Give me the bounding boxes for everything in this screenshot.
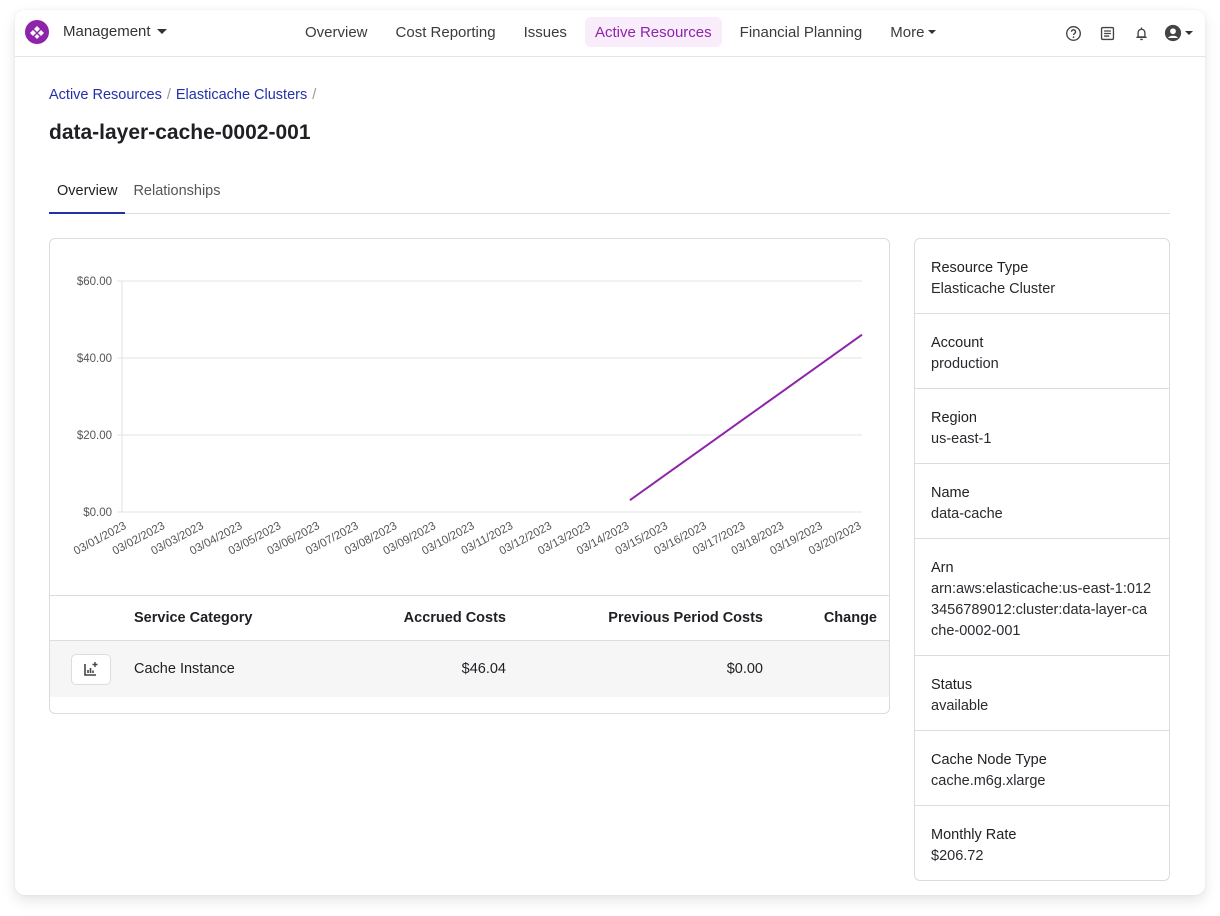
nav-label: Issues [523,23,567,41]
breadcrumb-active-resources[interactable]: Active Resources [49,87,162,103]
org-switcher[interactable]: Management [63,23,167,40]
row-action-cell [50,653,134,685]
y-tick-label: $60.00 [77,276,112,288]
tab-bar: Overview Relationships [49,179,1170,214]
notifications-button[interactable] [1130,22,1152,44]
main-nav: Overview Cost Reporting Issues Active Re… [295,17,954,47]
property-arn: Arn arn:aws:elasticache:us-east-1:012345… [915,539,1169,656]
y-tick-label: $40.00 [77,353,112,365]
chevron-down-icon [156,29,167,34]
y-tick-label: $0.00 [83,507,112,519]
nav-more[interactable]: More [880,17,946,47]
cost-chart: $0.00 $20.00 $40.00 $60.00 03/01/2023 03/02/2… [50,239,889,596]
property-label: Status [931,677,973,693]
topbar-icons [1062,22,1205,44]
top-navbar: Management Overview Cost Reporting Issue… [15,10,1205,57]
property-value: arn:aws:elasticache:us-east-1:0123456789… [931,581,1152,639]
app-window: Management Overview Cost Reporting Issue… [15,10,1205,895]
property-value: $206.72 [931,848,984,864]
chevron-down-icon [1185,31,1193,35]
property-value: Elasticache Cluster [931,281,1056,297]
property-label: Region [931,410,977,426]
table-row: Cache Instance $46.04 $0.00 [50,641,889,697]
properties-panel: Resource Type Elasticache Cluster Accoun… [914,238,1170,881]
nav-overview[interactable]: Overview [295,17,378,47]
org-label: Management [63,23,151,40]
property-value: data-cache [931,506,1003,522]
property-account: Account production [915,314,1169,389]
property-value: production [931,356,999,372]
property-region: Region us-east-1 [915,389,1169,464]
nav-issues[interactable]: Issues [514,17,577,47]
y-tick-label: $20.00 [77,430,112,442]
tab-overview[interactable]: Overview [49,179,126,214]
nav-label: Cost Reporting [395,23,496,41]
user-menu-button[interactable] [1164,24,1193,42]
page-title: data-layer-cache-0002-001 [49,121,311,144]
tab-relationships[interactable]: Relationships [125,179,228,214]
property-label: Monthly Rate [931,827,1017,843]
header-accrued-costs[interactable]: Accrued Costs [344,610,506,626]
breadcrumb-elasticache-clusters[interactable]: Elasticache Clusters [176,87,307,103]
property-label: Arn [931,560,954,576]
docs-icon [1100,26,1114,40]
property-cache-node-type: Cache Node Type cache.m6g.xlarge [915,731,1169,806]
property-label: Name [931,485,970,501]
bell-icon [1135,27,1147,40]
chart-add-icon [84,662,98,676]
property-monthly-rate: Monthly Rate $206.72 [915,806,1169,880]
breadcrumb-separator: / [166,87,171,103]
nav-cost-reporting[interactable]: Cost Reporting [386,17,506,47]
property-status: Status available [915,656,1169,731]
header-service-category[interactable]: Service Category [134,610,344,626]
property-label: Resource Type [931,260,1029,276]
property-label: Account [931,335,984,351]
breadcrumb: Active Resources / Elasticache Clusters … [49,87,316,103]
nav-label: More [890,23,925,41]
header-previous-period-costs[interactable]: Previous Period Costs [506,610,763,626]
chevron-down-icon [928,30,937,34]
series-line [629,333,863,501]
nav-label: Financial Planning [739,23,863,41]
cost-card: $0.00 $20.00 $40.00 $60.00 03/01/2023 03/02/2… [49,238,890,714]
help-button[interactable] [1062,22,1084,44]
user-icon [1164,24,1182,42]
property-name: Name data-cache [915,464,1169,539]
docs-button[interactable] [1096,22,1118,44]
nav-label: Active Resources [594,23,712,41]
cell-service-category: Cache Instance [134,661,235,677]
property-value: cache.m6g.xlarge [931,773,1046,789]
nav-active-resources[interactable]: Active Resources [584,17,722,47]
cell-previous-period-costs: $0.00 [726,661,763,677]
help-icon [1065,25,1081,41]
cost-line-chart: $0.00$20.00$40.00$60.0003/01/202303/02/2… [72,276,863,558]
nav-financial-planning[interactable]: Financial Planning [730,17,873,47]
property-label: Cache Node Type [931,752,1047,768]
logo-icon[interactable] [25,20,49,44]
add-to-chart-button[interactable] [71,653,111,685]
header-change[interactable]: Change [763,610,877,626]
breadcrumb-separator: / [312,87,317,103]
table-header: Service Category Accrued Costs Previous … [50,596,889,641]
property-resource-type: Resource Type Elasticache Cluster [915,239,1169,314]
property-value: available [931,698,989,714]
cell-accrued-costs: $46.04 [461,661,506,677]
nav-label: Overview [305,23,368,41]
property-value: us-east-1 [931,431,992,447]
cost-table: Service Category Accrued Costs Previous … [50,596,889,697]
